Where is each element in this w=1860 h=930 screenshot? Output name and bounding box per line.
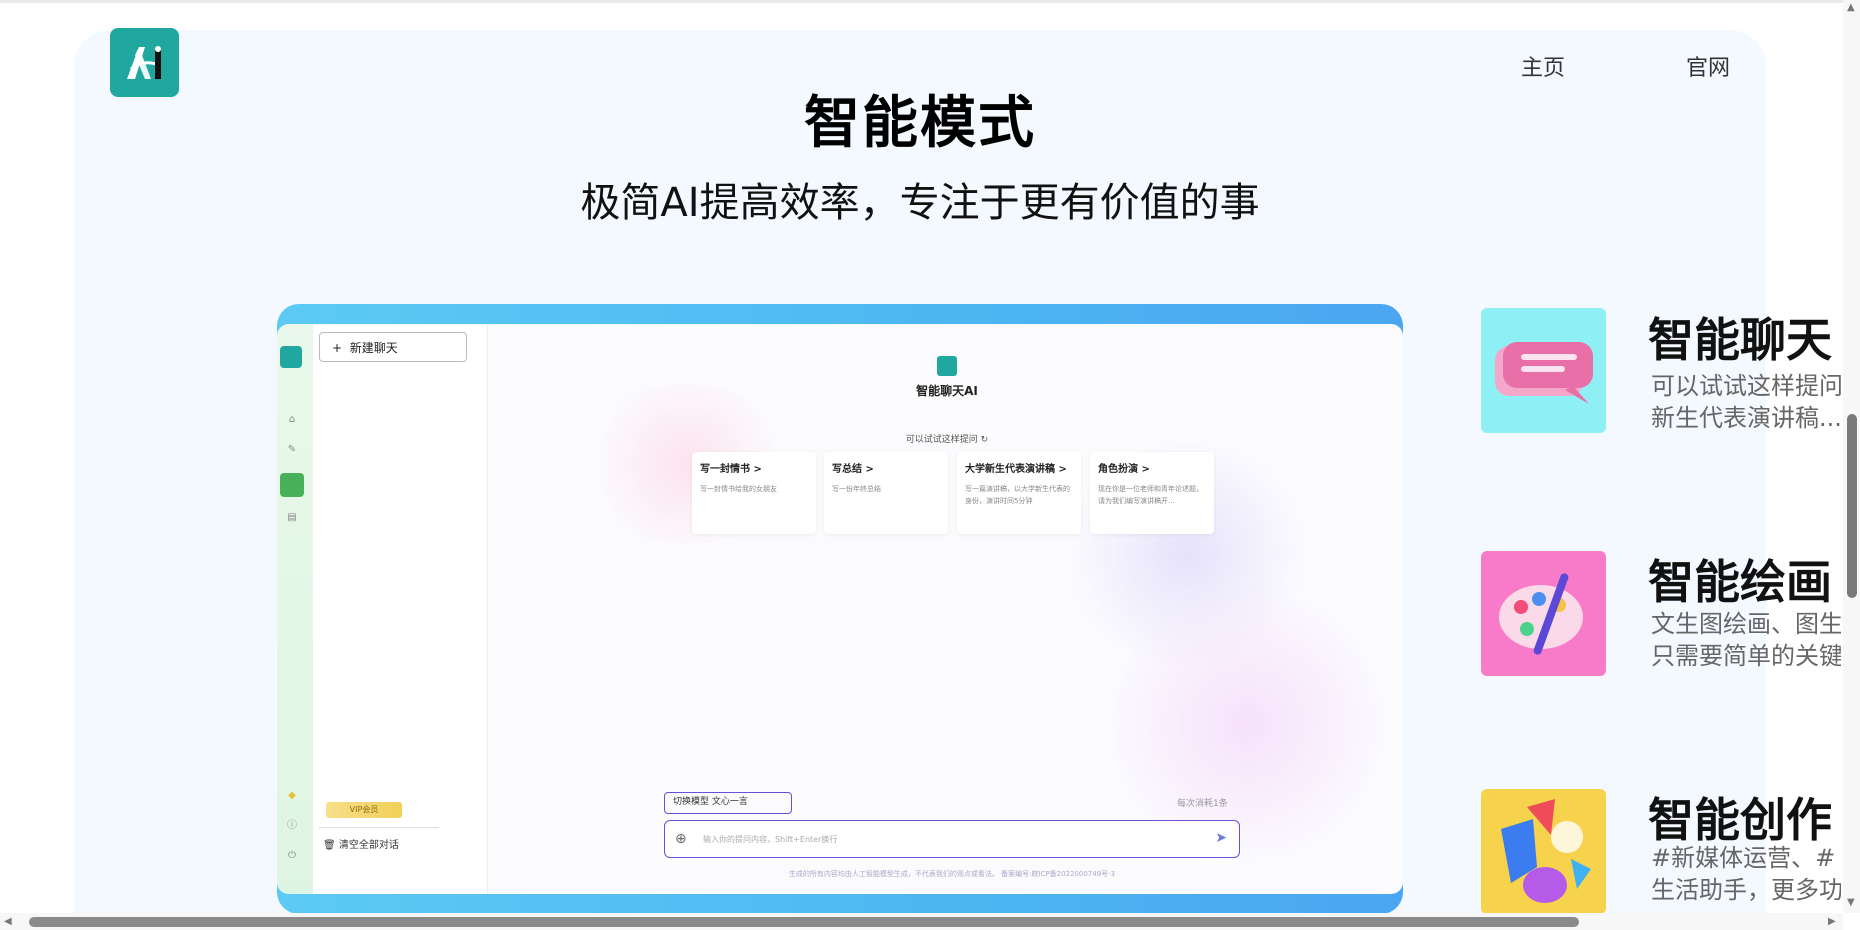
prompt-card[interactable]: 写一封情书 > 写一封情书给我的女朋友 [692,452,816,534]
prompt-card[interactable]: 写总结 > 写一份年终总结 [824,452,948,534]
feature-paint-title: 智能绘画 [1648,555,1832,609]
scroll-up-icon[interactable]: ▲ [1847,3,1855,13]
feature-create-desc: #新媒体运营、# 生活助手，更多功能 [1651,842,1841,906]
feature-chat-desc: 可以试试这样提问 新生代表演讲稿... [1651,370,1841,434]
clear-all-button[interactable]: 🗑 清空全部对话 [323,836,399,851]
new-chat-button[interactable]: + 新建聊天 [319,332,467,362]
prompt-card-desc: 写一篇演讲稿，以大学新生代表的身份，演讲时间5分钟 [965,485,1070,505]
chat-feature-image [1481,308,1606,433]
scroll-down-icon[interactable]: ▼ [1847,898,1855,908]
home-icon[interactable]: ⌂ [286,414,298,426]
feature-desc-line: #新媒体运营、# [1651,844,1836,872]
prompt-card-desc: 现在你是一位老师和青年论述题，请为我们编写演讲稿开... [1098,485,1203,505]
app-preview-frame: ⌂ ✎ ▤ ◆ ⓘ ⏻ + 新建聊天 VIP会员 🗑 清空全部对话 智能聊天AI… [277,304,1403,914]
chat-icon[interactable] [280,473,304,497]
chat-input-placeholder: 输入你的提问内容，Shift+Enter换行 [703,835,838,844]
chat-input[interactable]: ⊕ 输入你的提问内容，Shift+Enter换行 ➤ [664,820,1240,858]
scroll-left-icon[interactable]: ◀ [4,917,12,927]
vertical-scrollbar[interactable]: ▲ ▼ [1843,0,1860,913]
chat-sidebar: + 新建聊天 VIP会员 🗑 清空全部对话 [313,324,488,894]
vertical-scrollbar-thumb[interactable] [1847,414,1857,598]
prompt-card-desc: 写一封情书给我的女朋友 [700,485,777,493]
try-prompt[interactable]: 可以试试这样提问 ↻ [857,432,1037,445]
plus-circle-icon[interactable]: ⊕ [675,831,687,847]
page-subtitle: 极简AI提高效率，专注于更有价值的事 [580,180,1260,226]
divider [319,827,439,828]
trash-icon: 🗑 [323,840,339,851]
prompt-card-title: 写一封情书 > [700,464,762,475]
prompt-card-title: 写总结 > [832,464,874,475]
app-logo-icon [937,356,957,376]
prompt-card[interactable]: 大学新生代表演讲稿 > 写一篇演讲稿，以大学新生代表的身份，演讲时间5分钟 [957,452,1081,534]
consume-hint: 每次消耗1条 [1177,799,1228,809]
feature-desc-line: 可以试试这样提问 [1651,372,1841,400]
feature-paint-desc: 文生图绘画、图生图 只需要简单的关键词 [1651,608,1841,672]
feature-chat-title: 智能聊天 [1648,313,1832,367]
create-feature-image [1481,789,1606,914]
info-icon[interactable]: ⓘ [286,820,298,832]
vip-badge[interactable]: VIP会员 [326,802,402,818]
app-preview-screen: ⌂ ✎ ▤ ◆ ⓘ ⏻ + 新建聊天 VIP会员 🗑 清空全部对话 智能聊天AI… [277,324,1403,894]
prompt-card-desc: 写一份年终总结 [832,485,881,493]
doc-icon[interactable]: ▤ [286,512,298,524]
edit-icon[interactable]: ✎ [286,444,298,456]
prompt-card-title: 大学新生代表演讲稿 > [965,464,1067,475]
send-icon[interactable]: ➤ [1215,830,1227,846]
app-title: 智能聊天AI [916,384,978,398]
prompt-card[interactable]: 角色扮演 > 现在你是一位老师和青年论述题，请为我们编写演讲稿开... [1090,452,1214,534]
clear-all-label: 清空全部对话 [338,840,399,851]
plus-icon: + [332,341,350,355]
new-chat-label: 新建聊天 [349,341,398,355]
logo-icon [280,346,302,368]
paint-feature-image [1481,551,1606,676]
horizontal-scrollbar[interactable]: ◀ ▶ [0,913,1843,930]
horizontal-scrollbar-thumb[interactable] [29,917,1579,927]
page-title: 智能模式 [804,91,1036,156]
feature-desc-line: 文生图绘画、图生图 [1651,610,1841,638]
feature-desc-line: 生活助手，更多功能 [1651,876,1841,904]
power-icon[interactable]: ⏻ [286,850,298,862]
feature-desc-line: 只需要简单的关键词 [1651,642,1841,670]
icon-rail: ⌂ ✎ ▤ ◆ ⓘ ⏻ [277,324,313,894]
feature-desc-line: 新生代表演讲稿... [1651,404,1841,432]
diamond-icon[interactable]: ◆ [286,790,298,802]
feature-create-title: 智能创作 [1648,793,1832,847]
scroll-right-icon[interactable]: ▶ [1828,917,1836,927]
model-switch-button[interactable]: 切换模型 文心一言 [664,792,792,814]
prompt-card-title: 角色扮演 > [1098,464,1150,475]
footer-note: 生成的所有内容均由人工智能模型生成，不代表我们的观点或看法。 备案编号:皖ICP… [788,870,1116,878]
